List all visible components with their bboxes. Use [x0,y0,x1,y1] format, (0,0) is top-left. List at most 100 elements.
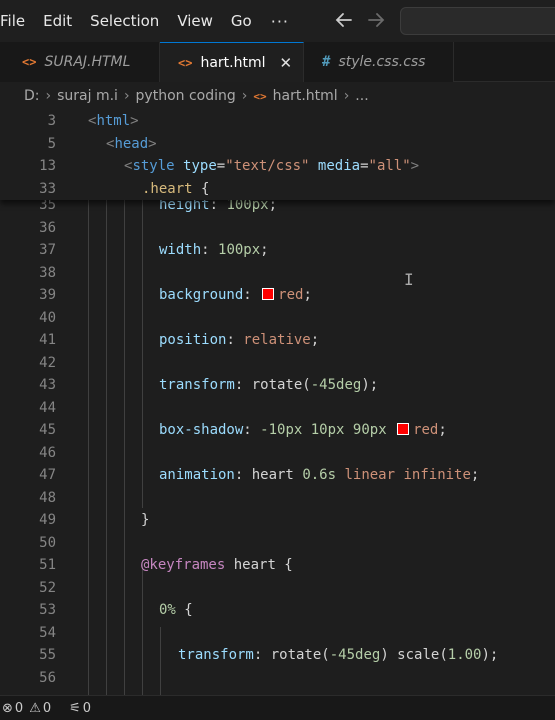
html-file-icon: <> [253,89,267,103]
html-file-icon: <> [178,55,193,70]
back-arrow-icon[interactable] [332,8,356,32]
code-line[interactable]: 48 [0,487,555,509]
code-line[interactable]: 50 [0,532,555,554]
line-code: <style type="text/css" media="all"> [124,158,420,174]
code-line[interactable]: 44 [0,397,555,419]
status-bar: ⊗ 0 ⚠ 0 ⚟ 0 [0,695,555,720]
code-line[interactable]: 36 [0,217,555,239]
menu-bar: File Edit Selection View Go ··· [0,0,555,43]
code-line[interactable]: 54 [0,622,555,644]
color-swatch[interactable] [262,288,275,300]
line-code: } [141,512,150,528]
line-number: 37 [39,242,56,258]
line-number: 13 [39,158,56,174]
chevron-right-icon: › [343,88,350,104]
tab-hart-html[interactable]: <> hart.html ✕ [160,42,304,82]
line-number: 45 [39,422,56,438]
more-menu-icon[interactable]: ··· [261,12,299,31]
menu-selection[interactable]: Selection [81,0,168,42]
code-editor[interactable]: 35 height: 100px; 36 37 width: 100px; 38 39 bac… [0,110,555,695]
line-number: 41 [39,332,56,348]
sticky-line[interactable]: 33 .heart { [0,178,555,200]
code-line[interactable]: 46 [0,442,555,464]
broadcast-icon: ⚟ [69,700,81,716]
warning-icon: ⚠ [29,700,41,716]
line-code: transform: rotate(-45deg) scale(1.00); [178,647,499,663]
line-code: animation: heart 0.6s linear infinite; [159,467,480,483]
line-code: position: relative; [159,332,320,348]
color-swatch[interactable] [397,423,410,435]
code-line[interactable]: 41 position: relative; [0,329,555,351]
command-center-search[interactable] [400,7,555,35]
line-number: 54 [39,624,56,641]
code-line[interactable]: 40 [0,307,555,329]
code-line[interactable]: 39 background: red; [0,284,555,306]
line-number: 5 [47,135,56,152]
line-code: <html> [88,113,139,129]
line-number: 56 [39,669,56,686]
breadcrumb-folder[interactable]: suraj m.i [57,88,118,104]
tab-label: SURAJ.HTML [44,54,131,70]
menu-edit[interactable]: Edit [34,0,81,42]
error-count: 0 [14,700,24,716]
sticky-line[interactable]: 13 <style type="text/css" media="all"> [0,155,555,177]
line-number: 43 [39,377,56,393]
breadcrumb-symbol[interactable]: ... [355,88,368,104]
tab-suraj-html[interactable]: <> SURAJ.HTML [0,42,160,82]
chevron-right-icon: › [123,88,130,104]
code-line[interactable]: 37 width: 100px; [0,239,555,261]
line-number: 40 [39,309,56,326]
line-number: 48 [39,489,56,506]
sticky-line[interactable]: 5 <head> [0,133,555,155]
code-line[interactable]: 38 [0,262,555,284]
code-line[interactable]: 49} [0,509,555,531]
code-line[interactable]: 43 transform: rotate(-45deg); [0,374,555,396]
sticky-scroll[interactable]: 3 <html> 5 <head> 13 <style type="text/css" m… [0,110,555,200]
html-file-icon: <> [22,55,37,69]
line-number: 55 [39,647,56,663]
line-number: 53 [39,602,56,618]
code-line[interactable]: 52 [0,577,555,599]
code-line[interactable]: 47 animation: heart 0.6s linear infinite; [0,464,555,486]
line-code: box-shadow: -10px 10px 90px red; [159,422,447,438]
line-code: background: red; [159,287,312,303]
sticky-line[interactable]: 3 <html> [0,110,555,132]
chevron-right-icon: › [45,88,52,104]
line-number: 46 [39,444,56,461]
code-line[interactable]: 53 0% { [0,599,555,621]
line-number: 52 [39,579,56,596]
forward-arrow-icon[interactable] [364,8,388,32]
code-line[interactable]: 56 [0,667,555,689]
problems-indicator[interactable]: ⊗ 0 ⚠ 0 [2,701,51,716]
tab-style-css[interactable]: # style.css.css [304,42,454,82]
breadcrumb-drive[interactable]: D: [24,88,40,104]
breadcrumb-subfolder[interactable]: python coding [136,88,236,104]
tab-label: hart.html [200,54,266,71]
line-code: <head> [106,135,157,152]
close-icon[interactable]: ✕ [280,54,293,72]
chevron-right-icon: › [241,88,248,104]
ports-indicator[interactable]: ⚟ 0 [69,701,91,716]
line-number: 44 [39,399,56,416]
code-line[interactable]: 55 transform: rotate(-45deg) scale(1.00); [0,644,555,666]
code-line[interactable]: 45 box-shadow: -10px 10px 90px red; [0,419,555,441]
line-code: @keyframes heart { [141,557,293,573]
menu-go[interactable]: Go [222,0,261,42]
warning-count: 0 [42,700,52,716]
line-number: 47 [39,467,56,483]
line-number: 39 [39,287,56,303]
menu-view[interactable]: View [168,0,222,42]
line-number: 3 [47,113,56,129]
line-number: 33 [39,180,56,197]
line-code: width: 100px; [159,242,269,258]
line-code: 0% { [159,602,193,618]
menu-file[interactable]: File [0,0,34,42]
code-line[interactable]: 51 @keyframes heart { [0,554,555,576]
tab-label: style.css.css [338,54,426,70]
text-cursor-icon: I [404,270,414,289]
code-line[interactable]: 42 [0,352,555,374]
breadcrumb-file[interactable]: hart.html [273,88,338,104]
error-icon: ⊗ [2,700,13,716]
line-number: 49 [39,512,56,528]
line-code: .heart { [142,180,210,197]
